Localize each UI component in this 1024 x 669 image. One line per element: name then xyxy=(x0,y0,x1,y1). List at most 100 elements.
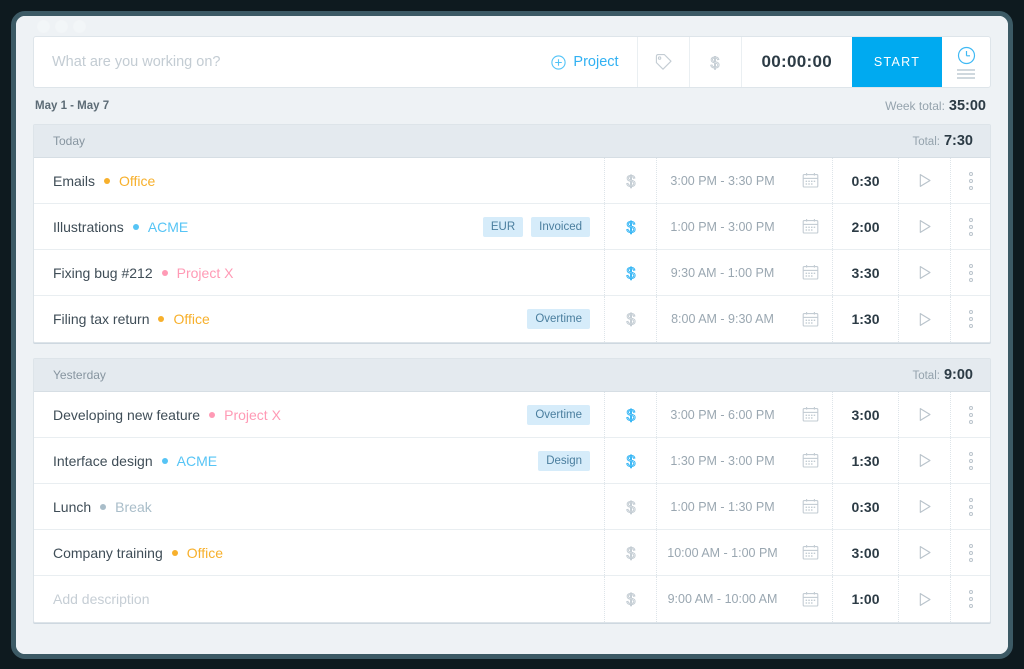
entry-resume-button[interactable] xyxy=(898,576,950,622)
entry-resume-button[interactable] xyxy=(898,296,950,342)
time-entry-row[interactable]: Add description $9:00 AM - 10:00 AM 1:00 xyxy=(34,576,990,622)
entry-tags-cell[interactable]: Overtime xyxy=(527,296,604,342)
entry-more-options-button[interactable] xyxy=(950,158,990,203)
entry-duration[interactable]: 3:30 xyxy=(832,250,898,295)
entry-description-cell[interactable]: Filing tax return Office xyxy=(34,296,527,342)
entry-tags-cell[interactable] xyxy=(590,484,604,529)
entry-duration[interactable]: 2:00 xyxy=(832,204,898,249)
entry-more-options-button[interactable] xyxy=(950,438,990,483)
entry-description-cell[interactable]: Fixing bug #212 Project X xyxy=(34,250,590,295)
entry-time-range[interactable]: 9:00 AM - 10:00 AM xyxy=(656,576,788,622)
project-name[interactable]: Project X xyxy=(224,407,281,423)
timer-display[interactable]: 00:00:00 xyxy=(741,37,852,87)
entry-description[interactable]: Emails xyxy=(53,173,95,189)
entry-duration[interactable]: 1:30 xyxy=(832,438,898,483)
window-minimize-button[interactable] xyxy=(56,21,67,32)
entry-date-picker-button[interactable] xyxy=(788,250,832,295)
add-project-button[interactable]: Project xyxy=(537,37,636,87)
entry-description-cell[interactable]: Add description xyxy=(34,576,590,622)
entry-duration[interactable]: 1:30 xyxy=(832,296,898,342)
window-close-button[interactable] xyxy=(38,21,49,32)
entry-duration[interactable]: 1:00 xyxy=(832,576,898,622)
time-entry-row[interactable]: Filing tax returnOfficeOvertime$8:00 AM … xyxy=(34,296,990,342)
project-name[interactable]: Project X xyxy=(177,265,234,281)
entry-time-range[interactable]: 1:00 PM - 3:00 PM xyxy=(656,204,788,249)
project-name[interactable]: ACME xyxy=(148,219,188,235)
time-entry-row[interactable]: Emails Office $3:00 PM - 3:30 PM 0:30 xyxy=(34,158,990,204)
entry-billable-toggle[interactable]: $ xyxy=(604,296,656,342)
project-name[interactable]: Break xyxy=(115,499,152,515)
entry-duration[interactable]: 0:30 xyxy=(832,158,898,203)
entry-resume-button[interactable] xyxy=(898,438,950,483)
entry-date-picker-button[interactable] xyxy=(788,576,832,622)
entry-duration[interactable]: 0:30 xyxy=(832,484,898,529)
billable-toggle-button[interactable]: $ xyxy=(689,37,741,87)
entry-description[interactable]: Lunch xyxy=(53,499,91,515)
entry-description[interactable]: Interface design xyxy=(53,453,153,469)
entry-date-picker-button[interactable] xyxy=(788,484,832,529)
project-name[interactable]: Office xyxy=(187,545,223,561)
entry-resume-button[interactable] xyxy=(898,204,950,249)
entry-resume-button[interactable] xyxy=(898,530,950,575)
entry-time-range[interactable]: 3:00 PM - 6:00 PM xyxy=(656,392,788,437)
entry-date-picker-button[interactable] xyxy=(788,530,832,575)
tag-chip[interactable]: EUR xyxy=(483,217,523,237)
entry-description-cell[interactable]: Interface design ACME xyxy=(34,438,538,483)
entry-description[interactable]: Fixing bug #212 xyxy=(53,265,153,281)
entry-resume-button[interactable] xyxy=(898,158,950,203)
entry-description[interactable]: Illustrations xyxy=(53,219,124,235)
task-description-input[interactable] xyxy=(34,37,537,87)
timer-mode-toggle[interactable] xyxy=(942,37,990,87)
entry-date-picker-button[interactable] xyxy=(788,392,832,437)
entry-billable-toggle[interactable]: $ xyxy=(604,392,656,437)
entry-resume-button[interactable] xyxy=(898,484,950,529)
tag-chip[interactable]: Design xyxy=(538,451,590,471)
entry-billable-toggle[interactable]: $ xyxy=(604,576,656,622)
entry-date-picker-button[interactable] xyxy=(788,158,832,203)
entry-billable-toggle[interactable]: $ xyxy=(604,438,656,483)
entry-tags-cell[interactable]: Overtime xyxy=(527,392,604,437)
entry-billable-toggle[interactable]: $ xyxy=(604,158,656,203)
project-name[interactable]: ACME xyxy=(177,453,217,469)
entry-more-options-button[interactable] xyxy=(950,296,990,342)
entry-description-cell[interactable]: Emails Office xyxy=(34,158,590,203)
time-entry-row[interactable]: Company training Office $10:00 AM - 1:00 P… xyxy=(34,530,990,576)
time-entry-row[interactable]: Lunch Break $1:00 PM - 1:30 PM 0:30 xyxy=(34,484,990,530)
tag-chip[interactable]: Invoiced xyxy=(531,217,590,237)
entry-description-cell[interactable]: Lunch Break xyxy=(34,484,590,529)
entry-time-range[interactable]: 9:30 AM - 1:00 PM xyxy=(656,250,788,295)
start-timer-button[interactable]: START xyxy=(852,37,942,87)
entry-tags-cell[interactable]: EUR Invoiced xyxy=(483,204,604,249)
entry-tags-cell[interactable] xyxy=(590,158,604,203)
entry-date-picker-button[interactable] xyxy=(788,438,832,483)
entry-billable-toggle[interactable]: $ xyxy=(604,530,656,575)
entry-more-options-button[interactable] xyxy=(950,530,990,575)
entry-resume-button[interactable] xyxy=(898,392,950,437)
entry-description[interactable]: Developing new feature xyxy=(53,407,200,423)
entry-billable-toggle[interactable]: $ xyxy=(604,204,656,249)
add-tag-button[interactable] xyxy=(637,37,689,87)
entry-description-cell[interactable]: Developing new feature Project X xyxy=(34,392,527,437)
entry-tags-cell[interactable] xyxy=(590,576,604,622)
entry-duration[interactable]: 3:00 xyxy=(832,530,898,575)
project-name[interactable]: Office xyxy=(119,173,155,189)
entry-description-cell[interactable]: Company training Office xyxy=(34,530,590,575)
entry-date-picker-button[interactable] xyxy=(788,204,832,249)
time-entry-row[interactable]: Interface design ACME Design $1:30 PM - 3:0… xyxy=(34,438,990,484)
entry-description[interactable]: Filing tax return xyxy=(53,311,149,327)
tag-chip[interactable]: Overtime xyxy=(527,309,590,329)
entry-billable-toggle[interactable]: $ xyxy=(604,250,656,295)
entry-tags-cell[interactable] xyxy=(590,250,604,295)
entry-billable-toggle[interactable]: $ xyxy=(604,484,656,529)
entry-more-options-button[interactable] xyxy=(950,392,990,437)
project-name[interactable]: Office xyxy=(173,311,209,327)
entry-tags-cell[interactable] xyxy=(590,530,604,575)
entry-time-range[interactable]: 1:30 PM - 3:00 PM xyxy=(656,438,788,483)
window-maximize-button[interactable] xyxy=(74,21,85,32)
entry-time-range[interactable]: 10:00 AM - 1:00 PM xyxy=(656,530,788,575)
entry-time-range[interactable]: 3:00 PM - 3:30 PM xyxy=(656,158,788,203)
entry-description[interactable]: Company training xyxy=(53,545,163,561)
entry-more-options-button[interactable] xyxy=(950,576,990,622)
entry-time-range[interactable]: 1:00 PM - 1:30 PM xyxy=(656,484,788,529)
entry-more-options-button[interactable] xyxy=(950,204,990,249)
